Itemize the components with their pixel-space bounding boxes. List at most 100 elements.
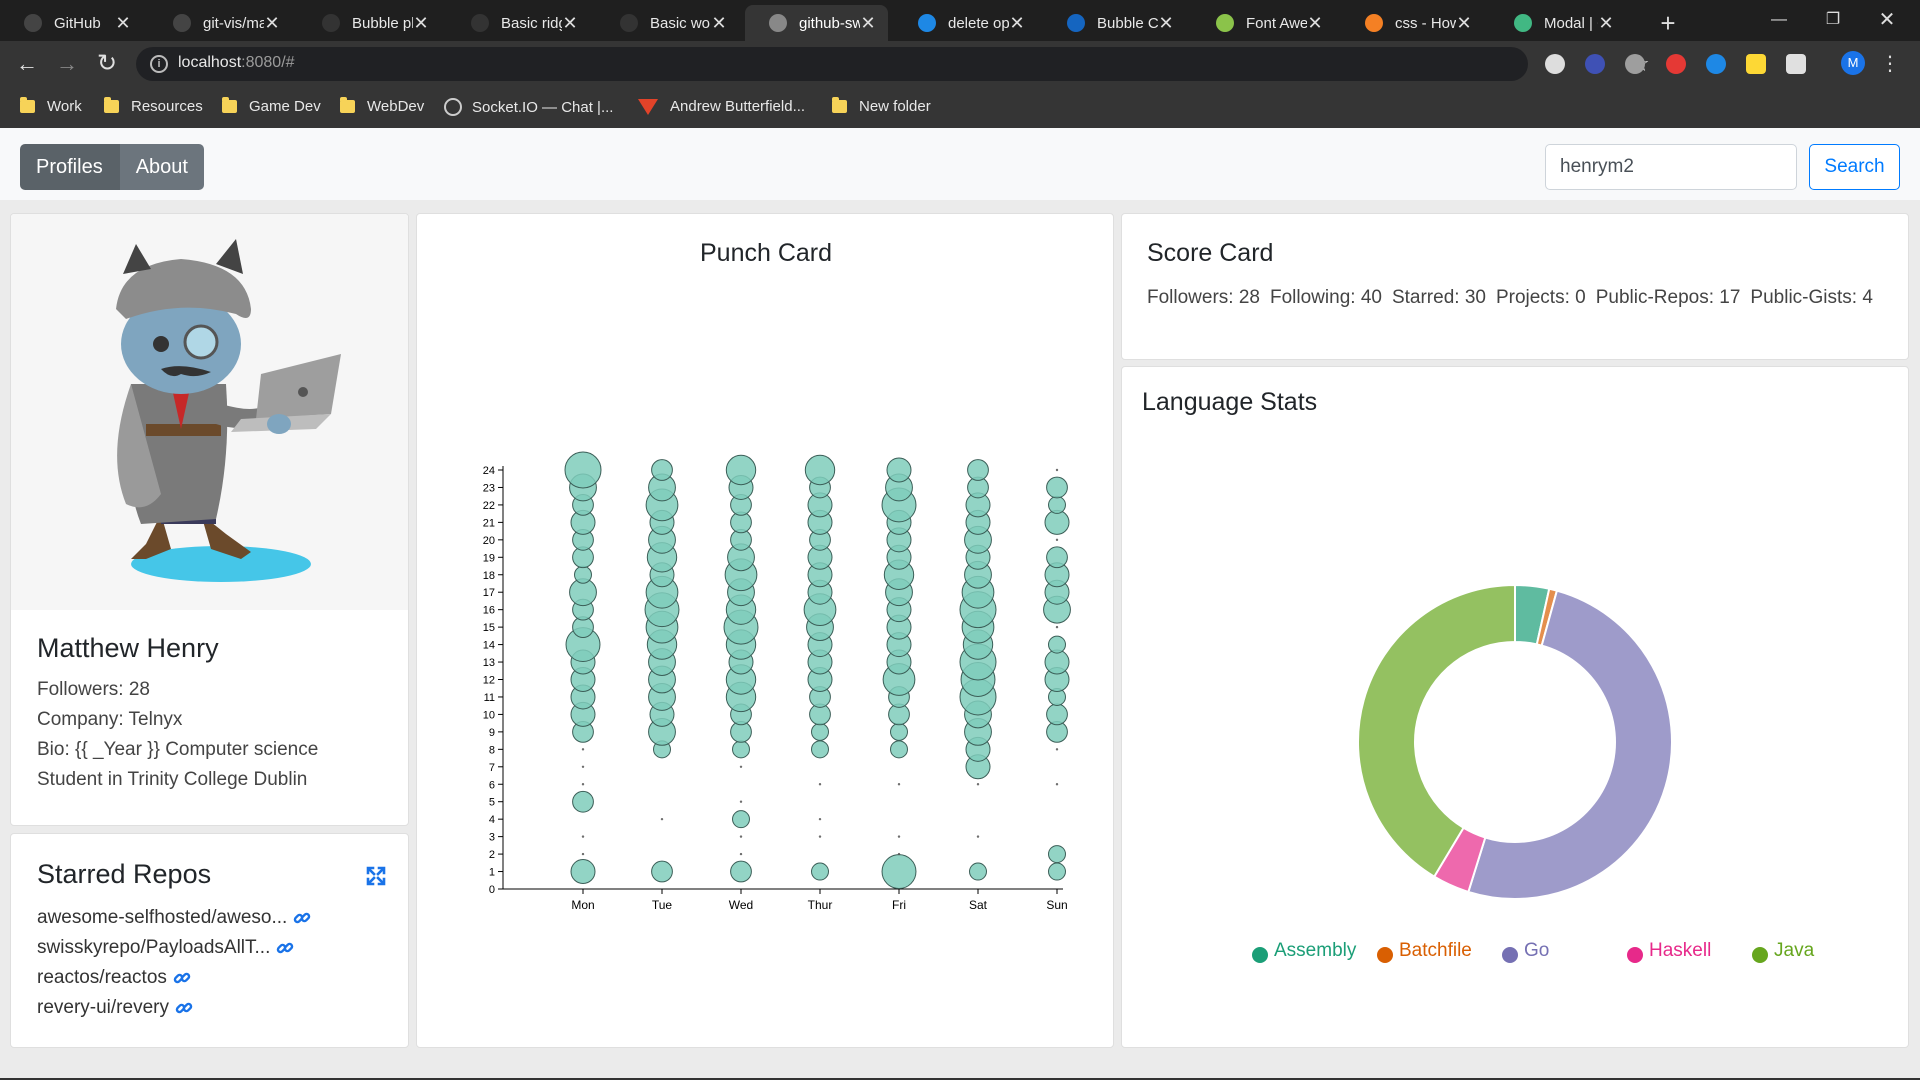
punch-bubble[interactable]: [1055, 625, 1059, 629]
extension-icon[interactable]: [1706, 54, 1726, 74]
punch-bubble[interactable]: [886, 457, 912, 483]
punch-bubble[interactable]: [818, 783, 822, 786]
punch-bubble[interactable]: [976, 835, 980, 838]
browser-tab[interactable]: Bubble Ch✕: [1043, 5, 1186, 41]
extension-icon[interactable]: [1746, 54, 1766, 74]
punch-bubble[interactable]: [818, 835, 822, 838]
tab-close-icon[interactable]: ✕: [1158, 13, 1174, 34]
punch-bubble[interactable]: [976, 783, 980, 786]
reload-icon[interactable]: ↻: [92, 49, 122, 79]
search-button[interactable]: Search: [1809, 144, 1900, 190]
punch-bubble[interactable]: [730, 860, 752, 883]
punch-bubble[interactable]: [581, 835, 585, 838]
punch-bubble[interactable]: [897, 783, 901, 786]
punch-bubble[interactable]: [881, 854, 917, 890]
browser-tab[interactable]: git-vis/ma ✕: [149, 5, 292, 41]
tab-close-icon[interactable]: ✕: [264, 13, 280, 34]
punch-bubble[interactable]: [1046, 703, 1068, 726]
legend-item[interactable]: Go: [1502, 939, 1549, 963]
punch-bubble[interactable]: [732, 810, 750, 829]
punch-bubble[interactable]: [732, 740, 750, 759]
punch-bubble[interactable]: [570, 859, 596, 885]
bookmark-item[interactable]: Andrew Butterfield...: [638, 98, 805, 115]
punch-bubble[interactable]: [739, 800, 743, 803]
profiles-button[interactable]: Profiles: [20, 144, 119, 190]
punch-bubble[interactable]: [1046, 476, 1068, 499]
link-icon[interactable]: [175, 999, 193, 1017]
minimize-icon[interactable]: —: [1756, 0, 1802, 40]
new-tab-button[interactable]: +: [1652, 8, 1684, 40]
punch-bubble[interactable]: [897, 835, 901, 838]
starred-repo-item[interactable]: swisskyrepo/PayloadsAllT...: [37, 937, 294, 959]
extension-icon[interactable]: [1666, 54, 1686, 74]
browser-tab[interactable]: Modal | Co✕: [1490, 5, 1626, 41]
bookmark-item[interactable]: Work: [20, 97, 82, 115]
about-button[interactable]: About: [118, 144, 204, 190]
punch-bubble[interactable]: [1048, 635, 1066, 654]
punch-bubble[interactable]: [725, 454, 757, 486]
browser-tab[interactable]: Basic word✕: [596, 5, 739, 41]
punch-bubble[interactable]: [1055, 748, 1059, 751]
punch-bubble[interactable]: [581, 852, 585, 856]
tab-close-icon[interactable]: ✕: [115, 13, 131, 34]
tab-close-icon[interactable]: ✕: [1456, 13, 1472, 34]
punch-bubble[interactable]: [651, 459, 673, 481]
legend-item[interactable]: Assembly: [1252, 939, 1356, 963]
punch-bubble[interactable]: [739, 835, 743, 838]
punch-bubble[interactable]: [811, 740, 829, 759]
tab-close-icon[interactable]: ✕: [562, 13, 578, 34]
punch-bubble[interactable]: [660, 817, 664, 821]
donut-slice[interactable]: [1357, 583, 1516, 879]
extension-icon[interactable]: [1625, 54, 1645, 74]
punch-bubble[interactable]: [890, 722, 908, 741]
punch-bubble[interactable]: [804, 454, 836, 486]
tab-close-icon[interactable]: ✕: [1009, 13, 1025, 34]
punch-bubble[interactable]: [1048, 845, 1066, 864]
tab-close-icon[interactable]: ✕: [1307, 13, 1323, 34]
punch-bubble[interactable]: [739, 852, 743, 856]
extension-icon[interactable]: [1545, 54, 1565, 74]
punch-bubble[interactable]: [739, 765, 743, 768]
punch-bubble[interactable]: [1044, 649, 1070, 675]
bookmark-item[interactable]: Socket.IO — Chat |...: [444, 98, 613, 116]
close-window-icon[interactable]: ✕: [1864, 0, 1910, 40]
punch-bubble[interactable]: [818, 817, 822, 821]
punch-bubble[interactable]: [897, 852, 901, 856]
starred-repo-item[interactable]: reactos/reactos: [37, 967, 191, 989]
punch-bubble[interactable]: [890, 740, 908, 759]
bookmark-item[interactable]: WebDev: [340, 97, 424, 115]
tab-close-icon[interactable]: ✕: [711, 13, 727, 34]
punch-bubble[interactable]: [581, 748, 585, 751]
browser-tab[interactable]: delete opt ✕: [894, 5, 1037, 41]
bookmark-item[interactable]: New folder: [832, 97, 931, 115]
punch-bubble[interactable]: [811, 722, 829, 741]
legend-item[interactable]: Batchfile: [1377, 939, 1472, 963]
back-icon[interactable]: ←: [12, 49, 42, 79]
punch-bubble[interactable]: [581, 783, 585, 786]
restore-icon[interactable]: ❐: [1810, 0, 1856, 40]
browser-tab[interactable]: Basic ridge✕: [447, 5, 590, 41]
punch-bubble[interactable]: [574, 565, 592, 584]
punch-bubble[interactable]: [651, 860, 673, 883]
search-input[interactable]: [1545, 144, 1797, 190]
profile-avatar[interactable]: M: [1841, 51, 1865, 75]
tab-close-icon[interactable]: ✕: [860, 13, 876, 34]
browser-tab[interactable]: Bubble plo✕: [298, 5, 441, 41]
link-icon[interactable]: [293, 909, 311, 927]
extension-icon[interactable]: [1786, 54, 1806, 74]
link-icon[interactable]: [276, 939, 294, 957]
address-bar[interactable]: i localhost:8080/# ☆: [136, 47, 1650, 81]
menu-icon[interactable]: ⋮: [1880, 49, 1900, 79]
expand-icon[interactable]: [366, 866, 386, 886]
punch-bubble[interactable]: [564, 451, 602, 489]
punch-bubble[interactable]: [811, 862, 829, 881]
punch-bubble[interactable]: [1048, 495, 1066, 514]
link-icon[interactable]: [173, 969, 191, 987]
punch-bubble[interactable]: [967, 459, 989, 481]
browser-tab[interactable]: Font Awes✕: [1192, 5, 1335, 41]
punch-bubble[interactable]: [969, 862, 987, 881]
punch-bubble[interactable]: [1048, 862, 1066, 881]
punch-bubble[interactable]: [572, 790, 594, 813]
punch-bubble[interactable]: [1055, 783, 1059, 786]
bookmark-item[interactable]: Resources: [104, 97, 203, 115]
